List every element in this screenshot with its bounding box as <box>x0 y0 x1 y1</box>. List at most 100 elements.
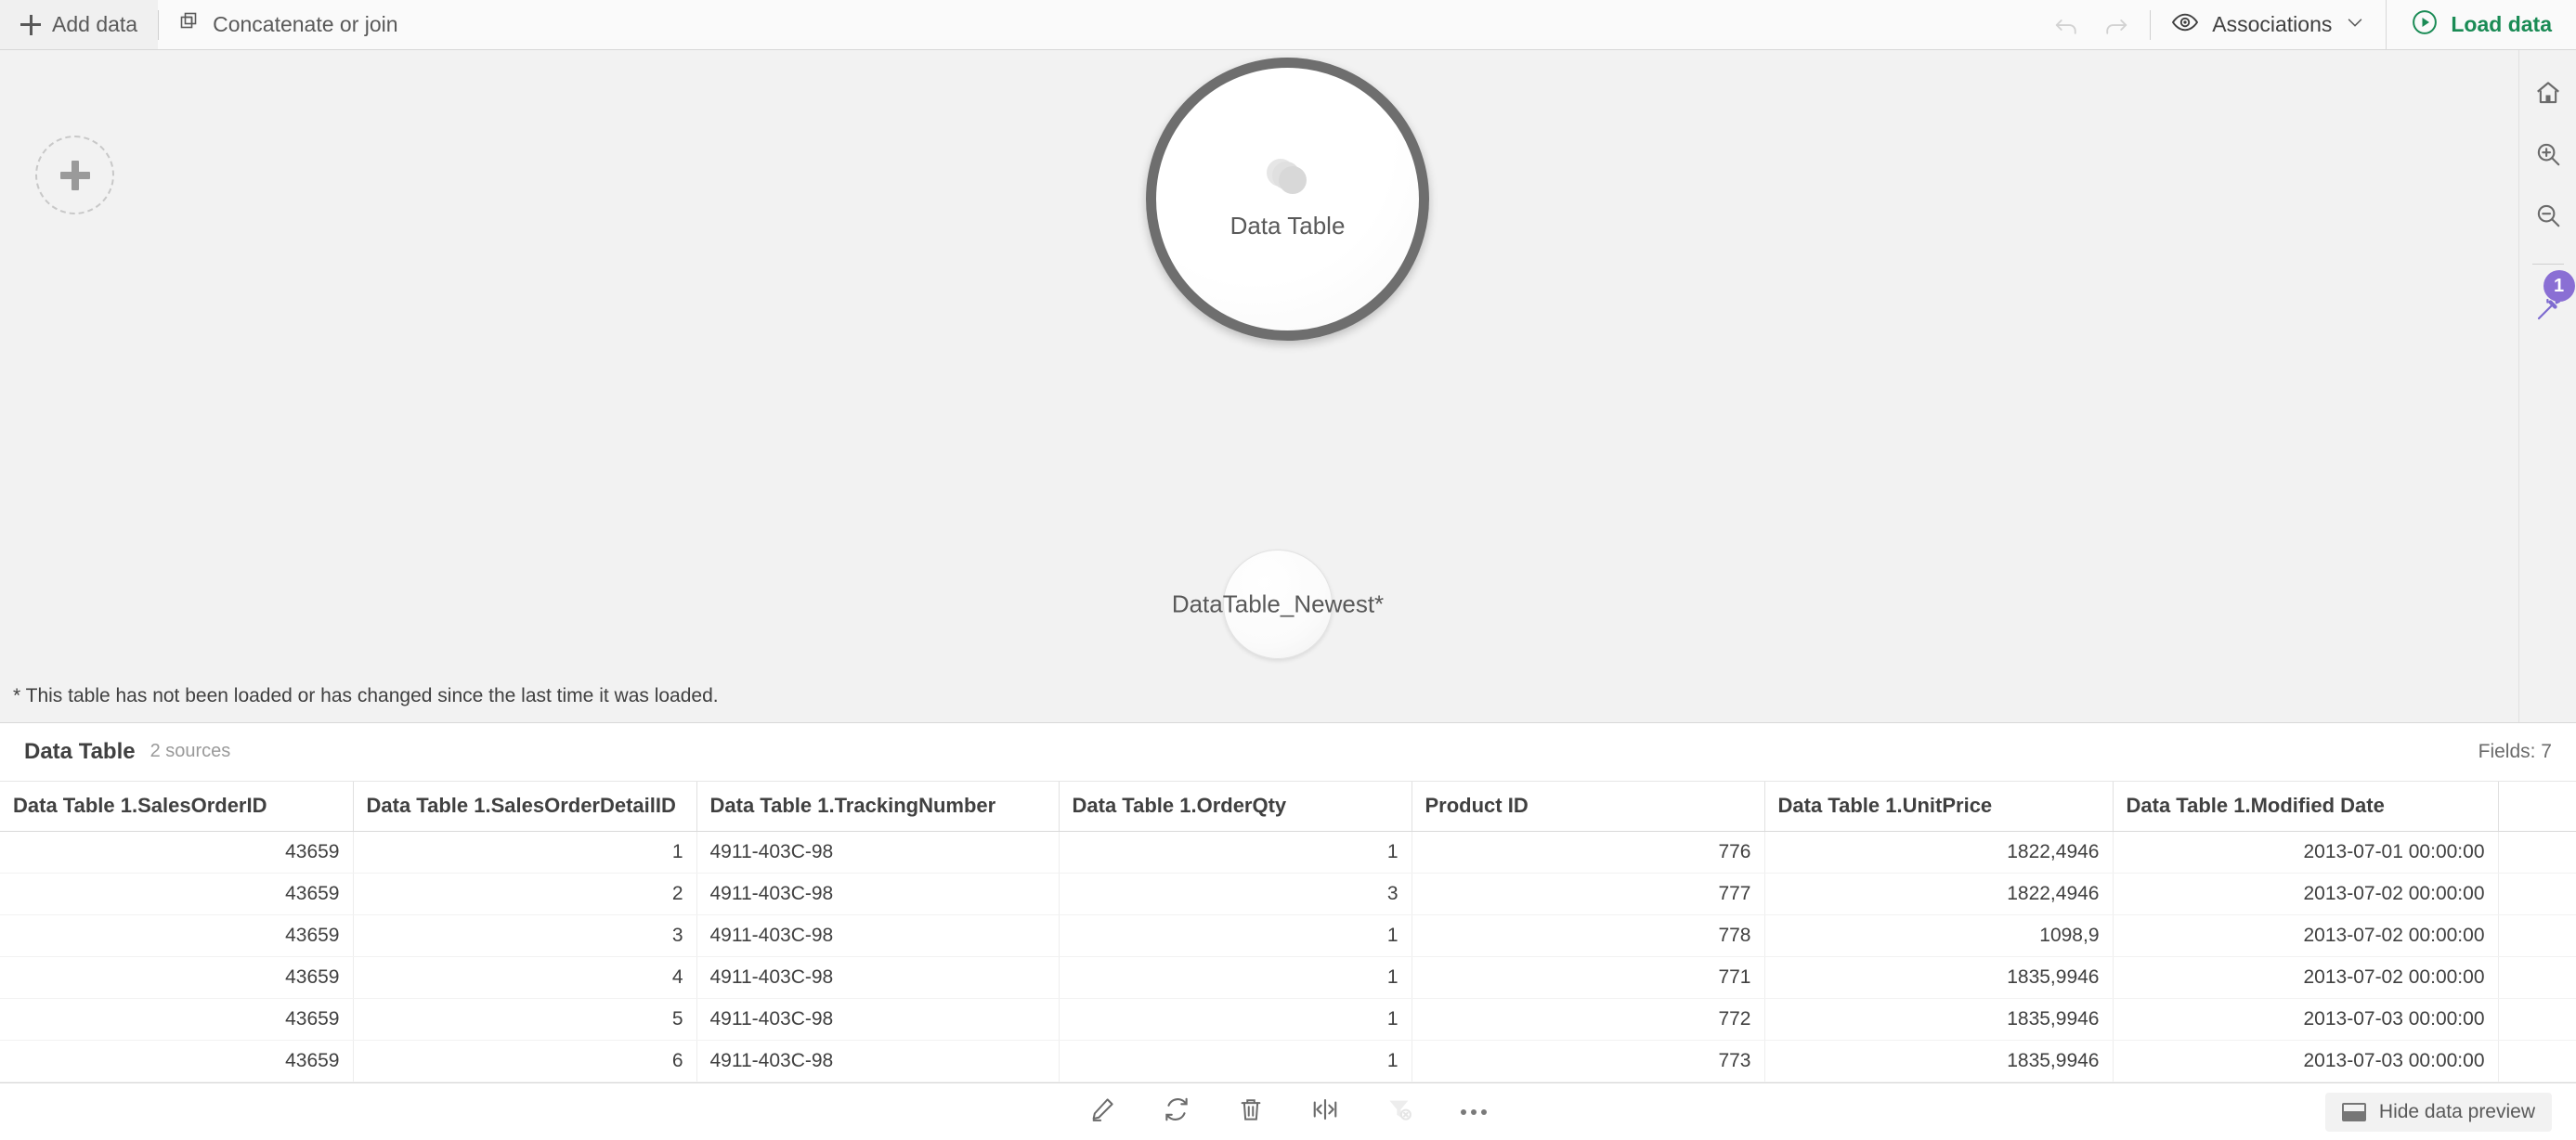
cell-productid: 772 <box>1412 998 1765 1041</box>
cell-orderqty: 1 <box>1059 914 1412 957</box>
delete-icon <box>1237 1095 1265 1128</box>
column-header-unitprice[interactable]: Data Table 1.UnitPrice <box>1764 781 2114 832</box>
concatenate-or-join-button[interactable]: Concatenate or join <box>159 0 418 49</box>
cell-trackingnumber: 4911-403C-98 <box>696 998 1060 1041</box>
more-options-icon <box>1461 1108 1487 1115</box>
eye-icon <box>2171 8 2199 42</box>
table-row[interactable]: 43659 3 4911-403C-98 1 778 1098,9 2013-0… <box>0 914 2576 957</box>
cell-salesorderdetailid: 5 <box>353 998 697 1041</box>
load-data-group: Load data <box>2386 0 2576 49</box>
cell-modifieddate: 2013-07-02 00:00:00 <box>2113 956 2499 999</box>
add-source-placeholder[interactable] <box>35 136 114 214</box>
cell-salesorderid: 43659 <box>0 956 354 999</box>
cell-orderqty: 1 <box>1059 998 1412 1041</box>
bottom-action-group <box>1081 1091 1495 1134</box>
cell-salesorderid: 43659 <box>0 831 354 874</box>
toolbar-left-group: Add data Concatenate or join <box>0 0 419 49</box>
cell-trackingnumber: 4911-403C-98 <box>696 914 1060 957</box>
cell-orderqty: 1 <box>1059 831 1412 874</box>
associations-dropdown[interactable]: Associations <box>2151 0 2386 49</box>
cell-modifieddate: 2013-07-01 00:00:00 <box>2113 831 2499 874</box>
table-row[interactable]: 43659 4 4911-403C-98 1 771 1835,9946 201… <box>0 956 2576 999</box>
cell-spacer <box>2498 914 2576 957</box>
cell-modifieddate: 2013-07-03 00:00:00 <box>2113 998 2499 1041</box>
cell-modifieddate: 2013-07-02 00:00:00 <box>2113 873 2499 915</box>
table-row[interactable]: 43659 5 4911-403C-98 1 772 1835,9946 201… <box>0 998 2576 1041</box>
data-preview-panel: Data Table 2 sources Fields: 7 Data Tabl… <box>0 721 2576 1082</box>
toolbar-right-group: Associations Load data <box>2046 0 2576 49</box>
home-icon <box>2534 79 2562 111</box>
zoom-out-icon <box>2534 201 2562 234</box>
delete-button[interactable] <box>1229 1091 1272 1134</box>
table-row[interactable]: 43659 1 4911-403C-98 1 776 1822,4946 201… <box>0 831 2576 874</box>
table-row[interactable]: 43659 6 4911-403C-98 1 773 1835,9946 201… <box>0 1040 2576 1082</box>
column-header-productid[interactable]: Product ID <box>1412 781 1765 832</box>
not-loaded-footnote: * This table has not been loaded or has … <box>13 684 719 706</box>
table-bubble-datatable-newest[interactable]: DataTable_Newest* <box>1172 550 1384 659</box>
play-circle-icon <box>2411 8 2439 42</box>
refresh-button[interactable] <box>1155 1091 1198 1134</box>
concatenate-icon <box>179 11 202 39</box>
cell-modifieddate: 2013-07-02 00:00:00 <box>2113 914 2499 957</box>
cell-trackingnumber: 4911-403C-98 <box>696 1040 1060 1082</box>
cell-spacer <box>2498 1040 2576 1082</box>
recommendation-badge: 1 <box>2543 270 2575 302</box>
table-row[interactable]: 43659 2 4911-403C-98 3 777 1822,4946 201… <box>0 873 2576 915</box>
cell-spacer <box>2498 873 2576 915</box>
column-header-salesorderdetailid[interactable]: Data Table 1.SalesOrderDetailID <box>353 781 697 832</box>
cell-unitprice: 1835,9946 <box>1764 1040 2114 1082</box>
column-header-trackingnumber[interactable]: Data Table 1.TrackingNumber <box>696 781 1060 832</box>
cell-modifieddate: 2013-07-03 00:00:00 <box>2113 1040 2499 1082</box>
cell-spacer <box>2498 831 2576 874</box>
preview-fields-count: Fields: 7 <box>2478 740 2552 762</box>
data-preview-grid[interactable]: Data Table 1.SalesOrderID Data Table 1.S… <box>0 781 2576 1082</box>
hide-data-preview-button[interactable]: Hide data preview <box>2324 1092 2552 1132</box>
column-header-salesorderid[interactable]: Data Table 1.SalesOrderID <box>0 781 354 832</box>
cell-orderqty: 1 <box>1059 1040 1412 1082</box>
home-button[interactable] <box>2528 74 2569 115</box>
redo-button[interactable] <box>2094 4 2137 46</box>
table-body: 43659 1 4911-403C-98 1 776 1822,4946 201… <box>0 831 2576 1082</box>
table-header-row: Data Table 1.SalesOrderID Data Table 1.S… <box>0 781 2576 832</box>
add-data-button[interactable]: Add data <box>0 0 159 49</box>
cell-productid: 777 <box>1412 873 1765 915</box>
zoom-in-button[interactable] <box>2528 136 2569 176</box>
associations-label: Associations <box>2212 12 2333 36</box>
canvas-tool-rail: 1 <box>2518 50 2576 722</box>
cell-salesorderid: 43659 <box>0 873 354 915</box>
cell-productid: 776 <box>1412 831 1765 874</box>
table-bubble-data-table[interactable]: Data Table <box>1146 58 1429 341</box>
plus-icon-large <box>59 160 90 190</box>
column-header-spacer <box>2498 781 2576 832</box>
column-header-orderqty[interactable]: Data Table 1.OrderQty <box>1059 781 1412 832</box>
chevron-down-icon <box>2345 12 2365 38</box>
more-options-button[interactable] <box>1452 1091 1495 1134</box>
rail-divider <box>2531 264 2564 265</box>
cell-salesorderid: 43659 <box>0 1040 354 1082</box>
zoom-out-button[interactable] <box>2528 197 2569 238</box>
cell-productid: 778 <box>1412 914 1765 957</box>
clear-filter-icon <box>1386 1095 1413 1128</box>
data-preview-panel-icon <box>2341 1102 2366 1121</box>
cell-orderqty: 1 <box>1059 956 1412 999</box>
cell-salesorderdetailid: 3 <box>353 914 697 957</box>
stacked-discs-icon <box>1266 158 1309 199</box>
column-header-modifieddate[interactable]: Data Table 1.Modified Date <box>2113 781 2499 832</box>
cell-trackingnumber: 4911-403C-98 <box>696 956 1060 999</box>
cell-salesorderid: 43659 <box>0 914 354 957</box>
edit-icon <box>1088 1095 1116 1128</box>
concatenate-or-join-label: Concatenate or join <box>213 12 398 36</box>
load-data-button[interactable]: Load data <box>2387 0 2576 49</box>
resize-columns-button[interactable] <box>1304 1091 1347 1134</box>
preview-sources-count: 2 sources <box>150 741 231 761</box>
association-canvas[interactable]: Data Table DataTable_Newest* * This tabl… <box>0 50 2576 722</box>
clear-filter-button[interactable] <box>1378 1091 1421 1134</box>
auto-associate-button[interactable]: 1 <box>2528 270 2575 331</box>
data-preview-header: Data Table 2 sources Fields: 7 <box>0 721 2576 782</box>
preview-table-title: Data Table <box>24 738 136 764</box>
zoom-in-icon <box>2534 140 2562 173</box>
edit-button[interactable] <box>1081 1091 1124 1134</box>
undo-button[interactable] <box>2046 4 2088 46</box>
cell-salesorderdetailid: 1 <box>353 831 697 874</box>
table-bubble-label: DataTable_Newest* <box>1171 589 1385 618</box>
